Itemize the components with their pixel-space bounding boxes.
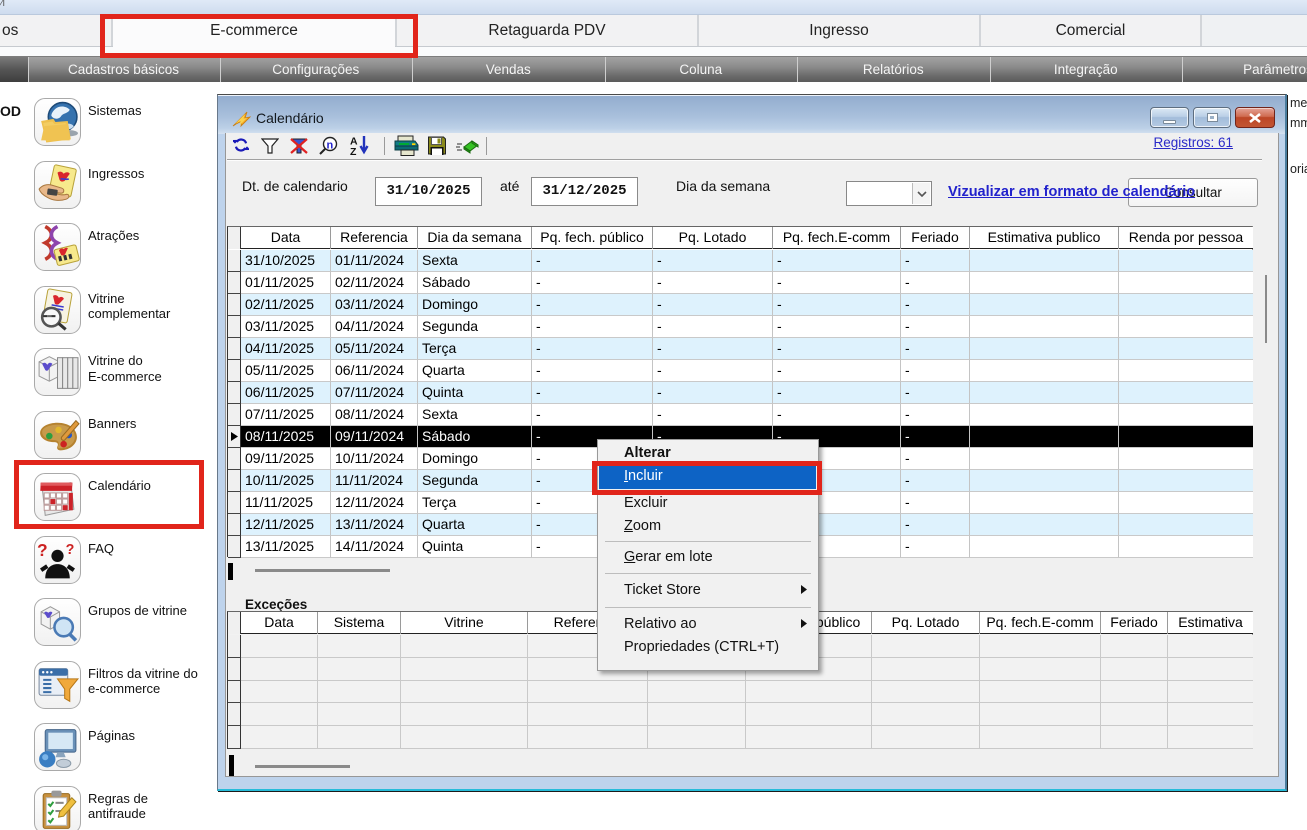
svg-text:?: ? <box>37 539 48 559</box>
svg-text:Z: Z <box>350 146 357 156</box>
svg-text:n: n <box>327 140 334 152</box>
svg-text:?: ? <box>66 541 75 557</box>
